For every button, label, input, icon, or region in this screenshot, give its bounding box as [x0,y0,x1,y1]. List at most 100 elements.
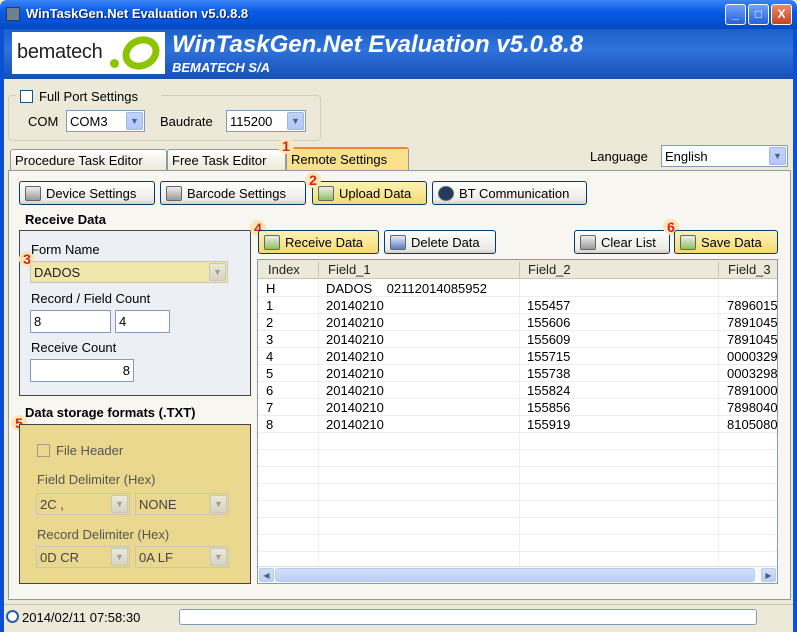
table-cell: 20140210 [326,349,384,364]
chevron-down-icon[interactable]: ▼ [209,263,226,281]
receive-data-title: Receive Data [25,212,106,227]
tab-free-task-editor[interactable]: Free Task Editor [167,149,286,170]
scroll-right-icon[interactable]: ▶ [761,568,776,582]
table-row[interactable] [258,433,777,450]
field-delimiter-select-2[interactable]: NONE ▼ [135,493,229,515]
table-cell: 155824 [527,383,571,398]
delete-icon [390,235,406,250]
baudrate-label: Baudrate [160,114,213,129]
com-select[interactable]: COM3 ▼ [66,110,145,132]
barcode-settings-button[interactable]: Barcode Settings [160,181,306,205]
table-row[interactable]: 6 20140210 155824 7891000 [258,382,777,399]
data-table[interactable]: Index Field_1 Field_2 Field_3 H DADOS 021… [257,259,778,584]
table-row[interactable]: 3 20140210 155609 7891045 [258,331,777,348]
column-separator[interactable] [519,262,520,277]
clear-list-button[interactable]: Clear List [574,230,670,254]
chevron-down-icon[interactable]: ▼ [769,147,786,165]
table-cell: 3 [266,332,274,347]
delete-data-label: Delete Data [411,235,480,250]
table-cell: 8 [266,417,274,432]
column-separator[interactable] [318,262,319,277]
receive-data-button[interactable]: Receive Data [258,230,379,254]
bt-communication-button[interactable]: BT Communication [432,181,587,205]
table-row[interactable] [258,535,777,552]
record-delimiter-select-1[interactable]: 0D CR ▼ [36,546,130,568]
table-row[interactable] [258,484,777,501]
logo-text: bematech [17,41,103,63]
upload-data-button[interactable]: Upload Data [312,181,427,205]
delete-data-button[interactable]: Delete Data [384,230,496,254]
table-row[interactable]: 1 20140210 155457 7896015 [258,297,778,314]
table-cell: 155609 [527,332,571,347]
table-cell: 20140210 [326,400,384,415]
device-settings-button[interactable]: Device Settings [19,181,155,205]
language-select[interactable]: English ▼ [661,145,788,167]
full-port-checkbox[interactable] [20,90,33,103]
horizontal-scrollbar[interactable]: ◀ ▶ [258,566,777,583]
column-separator[interactable] [718,262,719,277]
column-header-field-3[interactable]: Field_3 [728,262,771,277]
clock-icon [6,610,19,623]
record-count-field[interactable]: 8 [30,310,111,333]
column-header-field-2[interactable]: Field_2 [528,262,571,277]
device-settings-label: Device Settings [46,186,137,201]
save-data-button[interactable]: Save Data [674,230,778,254]
record-delimiter-select-2[interactable]: 0A LF ▼ [135,546,229,568]
table-row[interactable] [258,518,777,535]
table-row[interactable] [258,501,777,518]
maximize-button[interactable]: □ [748,4,769,25]
table-row[interactable]: 7 20140210 155856 7898040 [258,399,777,416]
table-row[interactable]: 5 20140210 155738 0003298 [258,365,777,382]
table-row[interactable]: 4 20140210 155715 0000329 [258,348,777,365]
chevron-down-icon[interactable]: ▼ [111,548,128,566]
file-header-checkbox[interactable] [37,444,50,457]
chevron-down-icon[interactable]: ▼ [210,495,227,513]
scroll-left-icon[interactable]: ◀ [259,568,274,582]
chevron-down-icon[interactable]: ▼ [126,112,143,130]
field-delimiter-label: Field Delimiter (Hex) [37,472,156,487]
column-header-field-1[interactable]: Field_1 [328,262,371,277]
table-cell: 20140210 [326,417,384,432]
title-bar[interactable]: WinTaskGen.Net Evaluation v5.0.8.8 _ □ X [0,0,797,29]
table-row[interactable]: 2 20140210 155606 7891045 [258,314,777,331]
com-label: COM [28,114,59,129]
chevron-down-icon[interactable]: ▼ [210,548,227,566]
chevron-down-icon[interactable]: ▼ [287,112,304,130]
column-header-index[interactable]: Index [268,262,300,277]
bematech-logo: bematech [12,30,165,76]
field-count-field[interactable]: 4 [115,310,170,333]
table-row[interactable] [258,467,777,484]
form-name-select[interactable]: DADOS ▼ [30,261,228,283]
receive-count-field[interactable]: 8 [30,359,134,382]
tab-remote-settings[interactable]: Remote Settings [286,147,409,170]
storage-formats-title: Data storage formats (.TXT) [25,405,196,420]
table-cell: 20140210 [326,332,384,347]
banner-title: WinTaskGen.Net Evaluation v5.0.8.8 [172,31,584,58]
status-bar: 2014/02/11 07:58:30 [4,604,793,632]
scrollbar-thumb[interactable] [275,568,755,582]
table-cell: 155606 [527,315,571,330]
table-cell: H [266,281,276,296]
table-row[interactable]: H DADOS 02112014085952 [258,280,777,297]
record-field-count-label: Record / Field Count [31,291,151,306]
annotation-badge-2: 2 [305,172,321,188]
barcode-settings-label: Barcode Settings [187,186,287,201]
table-cell: 1 [266,298,274,313]
table-row[interactable] [258,450,777,467]
table-cell: 7896015 [727,298,778,313]
table-row[interactable]: 8 20140210 155919 8105080 [258,416,778,433]
table-cell: 6 [266,383,274,398]
window-frame-left [0,29,4,632]
full-port-setting[interactable]: Full Port Settings [16,89,161,105]
table-cell: 8105080 [727,417,778,432]
baudrate-select[interactable]: 115200 ▼ [226,110,306,132]
field-delimiter-select-1[interactable]: 2C , ▼ [36,493,130,515]
table-cell: DADOS 02112014085952 [326,281,487,296]
tab-procedure-task-editor[interactable]: Procedure Task Editor [10,149,167,170]
form-name-label: Form Name [31,242,100,257]
progress-bar [179,609,757,625]
field-delimiter-value-1: 2C , [40,497,64,512]
minimize-button[interactable]: _ [725,4,746,25]
chevron-down-icon[interactable]: ▼ [111,495,128,513]
close-button[interactable]: X [771,4,792,25]
